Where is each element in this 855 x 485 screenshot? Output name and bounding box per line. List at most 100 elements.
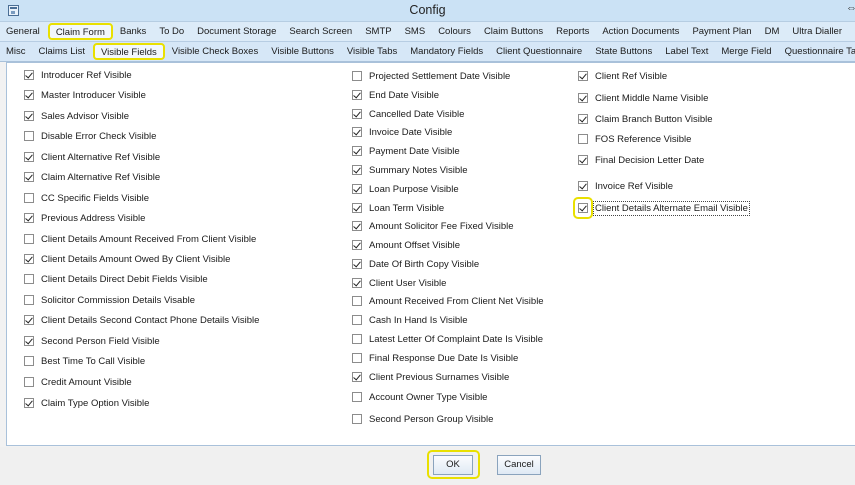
- checkbox[interactable]: [24, 315, 34, 325]
- tab-payment-plan[interactable]: Payment Plan: [686, 22, 758, 41]
- checkbox[interactable]: [24, 356, 34, 366]
- checkbox[interactable]: [352, 278, 362, 288]
- tab-smtp[interactable]: SMTP: [359, 22, 398, 41]
- checkbox-row-second-person-group-visible[interactable]: Second Person Group Visible: [352, 412, 493, 426]
- checkbox[interactable]: [352, 353, 362, 363]
- tab-document-storage[interactable]: Document Storage: [191, 22, 283, 41]
- checkbox[interactable]: [24, 274, 34, 284]
- checkbox-row-invoice-ref-visible[interactable]: Invoice Ref Visible: [578, 179, 673, 193]
- tab-dm[interactable]: DM: [759, 22, 787, 41]
- checkbox[interactable]: [352, 372, 362, 382]
- checkbox[interactable]: [24, 336, 34, 346]
- checkbox-row-claim-branch-button-visible[interactable]: Claim Branch Button Visible: [578, 112, 713, 126]
- checkbox-row-second-person-field-visible[interactable]: Second Person Field Visible: [24, 334, 160, 348]
- checkbox-row-invoice-date-visible[interactable]: Invoice Date Visible: [352, 125, 452, 139]
- checkbox[interactable]: [24, 254, 34, 264]
- checkbox-row-cash-in-hand-is-visible[interactable]: Cash In Hand Is Visible: [352, 313, 468, 327]
- checkbox-row-loan-purpose-visible[interactable]: Loan Purpose Visible: [352, 182, 459, 196]
- tab-reports[interactable]: Reports: [550, 22, 596, 41]
- checkbox-row-date-of-birth-copy-visible[interactable]: Date Of Birth Copy Visible: [352, 257, 479, 271]
- subtab-client-questionnaire[interactable]: Client Questionnaire: [490, 42, 589, 61]
- checkbox[interactable]: [578, 181, 588, 191]
- checkbox-row-loan-term-visible[interactable]: Loan Term Visible: [352, 201, 444, 215]
- checkbox[interactable]: [578, 134, 588, 144]
- checkbox[interactable]: [24, 234, 34, 244]
- tab-action-documents[interactable]: Action Documents: [596, 22, 686, 41]
- tab-ba[interactable]: Ba: [849, 22, 855, 41]
- tab-ultra-dialler[interactable]: Ultra Dialler: [786, 22, 849, 41]
- checkbox-row-fos-reference-visible[interactable]: FOS Reference Visible: [578, 132, 691, 146]
- checkbox[interactable]: [24, 90, 34, 100]
- checkbox-row-introducer-ref-visible[interactable]: Introducer Ref Visible: [24, 68, 132, 82]
- checkbox[interactable]: [24, 172, 34, 182]
- tab-general[interactable]: General: [0, 22, 47, 41]
- tab-sms[interactable]: SMS: [399, 22, 433, 41]
- checkbox-row-client-previous-surnames-visible[interactable]: Client Previous Surnames Visible: [352, 370, 509, 384]
- checkbox-row-claim-alternative-ref-visible[interactable]: Claim Alternative Ref Visible: [24, 170, 160, 184]
- subtab-misc[interactable]: Misc: [0, 42, 33, 61]
- checkbox[interactable]: [24, 70, 34, 80]
- checkbox[interactable]: [24, 213, 34, 223]
- checkbox[interactable]: [352, 259, 362, 269]
- checkbox-row-master-introducer-visible[interactable]: Master Introducer Visible: [24, 88, 146, 102]
- checkbox[interactable]: [578, 155, 588, 165]
- checkbox-row-latest-letter-of-complaint-date-is-visible[interactable]: Latest Letter Of Complaint Date Is Visib…: [352, 332, 543, 346]
- checkbox-row-claim-type-option-visible[interactable]: Claim Type Option Visible: [24, 396, 149, 410]
- checkbox[interactable]: [24, 111, 34, 121]
- checkbox-row-payment-date-visible[interactable]: Payment Date Visible: [352, 144, 460, 158]
- checkbox[interactable]: [352, 334, 362, 344]
- ok-button[interactable]: OK: [433, 455, 473, 475]
- checkbox[interactable]: [578, 114, 588, 124]
- checkbox-row-final-decision-letter-date[interactable]: Final Decision Letter Date: [578, 153, 704, 167]
- checkbox-row-disable-error-check-visible[interactable]: Disable Error Check Visible: [24, 129, 156, 143]
- checkbox-row-client-user-visible[interactable]: Client User Visible: [352, 276, 446, 290]
- checkbox[interactable]: [352, 203, 362, 213]
- checkbox-row-amount-received-from-client-net-visible[interactable]: Amount Received From Client Net Visible: [352, 294, 544, 308]
- checkbox[interactable]: [578, 71, 588, 81]
- checkbox[interactable]: [352, 90, 362, 100]
- checkbox-row-account-owner-type-visible[interactable]: Account Owner Type Visible: [352, 390, 487, 404]
- checkbox-row-credit-amount-visible[interactable]: Credit Amount Visible: [24, 375, 132, 389]
- checkbox-row-best-time-to-call-visible[interactable]: Best Time To Call Visible: [24, 354, 145, 368]
- tab-colours[interactable]: Colours: [432, 22, 478, 41]
- checkbox-row-client-details-alternate-email-visible[interactable]: Client Details Alternate Email Visible: [578, 200, 750, 216]
- checkbox-row-amount-solicitor-fee-fixed-visible[interactable]: Amount Solicitor Fee Fixed Visible: [352, 219, 514, 233]
- checkbox-row-client-ref-visible[interactable]: Client Ref Visible: [578, 69, 667, 83]
- checkbox[interactable]: [352, 127, 362, 137]
- subtab-mandatory-fields[interactable]: Mandatory Fields: [404, 42, 490, 61]
- checkbox-row-client-alternative-ref-visible[interactable]: Client Alternative Ref Visible: [24, 150, 160, 164]
- checkbox[interactable]: [352, 146, 362, 156]
- checkbox[interactable]: [352, 165, 362, 175]
- checkbox-row-client-details-amount-received-from-client-visible[interactable]: Client Details Amount Received From Clie…: [24, 232, 256, 246]
- checkbox-row-sales-advisor-visible[interactable]: Sales Advisor Visible: [24, 109, 129, 123]
- subtab-visible-buttons[interactable]: Visible Buttons: [265, 42, 341, 61]
- tab-claim-buttons[interactable]: Claim Buttons: [478, 22, 550, 41]
- checkbox-row-client-details-direct-debit-fields-visible[interactable]: Client Details Direct Debit Fields Visib…: [24, 272, 208, 286]
- checkbox[interactable]: [352, 71, 362, 81]
- checkbox[interactable]: [352, 296, 362, 306]
- checkbox-row-final-response-due-date-is-visible[interactable]: Final Response Due Date Is Visible: [352, 351, 518, 365]
- restore-icon[interactable]: ⇔: [846, 2, 855, 14]
- subtab-state-buttons[interactable]: State Buttons: [589, 42, 659, 61]
- tab-search-screen[interactable]: Search Screen: [283, 22, 359, 41]
- checkbox-row-client-details-amount-owed-by-client-visible[interactable]: Client Details Amount Owed By Client Vis…: [24, 252, 230, 266]
- checkbox[interactable]: [24, 377, 34, 387]
- subtab-merge-field[interactable]: Merge Field: [715, 42, 778, 61]
- cancel-button[interactable]: Cancel: [497, 455, 541, 475]
- checkbox-row-previous-address-visible[interactable]: Previous Address Visible: [24, 211, 145, 225]
- checkbox-row-cancelled-date-visible[interactable]: Cancelled Date Visible: [352, 107, 464, 121]
- checkbox-row-client-details-second-contact-phone-details-visible[interactable]: Client Details Second Contact Phone Deta…: [24, 313, 259, 327]
- checkbox-row-solicitor-commission-details-visable[interactable]: Solicitor Commission Details Visable: [24, 293, 195, 307]
- checkbox[interactable]: [352, 392, 362, 402]
- checkbox-row-projected-settlement-date-visible[interactable]: Projected Settlement Date Visible: [352, 69, 510, 83]
- checkbox[interactable]: [24, 398, 34, 408]
- checkbox-row-client-middle-name-visible[interactable]: Client Middle Name Visible: [578, 91, 708, 105]
- checkbox-row-cc-specific-fields-visible[interactable]: CC Specific Fields Visible: [24, 191, 149, 205]
- subtab-label-text[interactable]: Label Text: [659, 42, 715, 61]
- subtab-questionnaire-tabs[interactable]: Questionnaire Tabs: [779, 42, 855, 61]
- checkbox[interactable]: [352, 184, 362, 194]
- checkbox[interactable]: [352, 414, 362, 424]
- tab-to-do[interactable]: To Do: [153, 22, 191, 41]
- checkbox[interactable]: [578, 93, 588, 103]
- subtab-visible-fields[interactable]: Visible Fields: [92, 43, 165, 60]
